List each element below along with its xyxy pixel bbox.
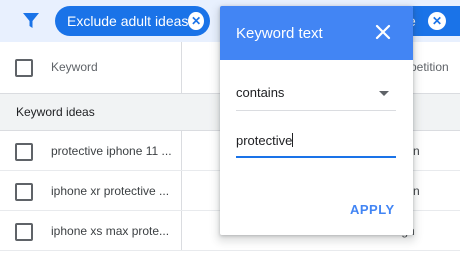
operator-value: contains [236, 85, 285, 100]
text-cursor [292, 133, 294, 147]
apply-button[interactable]: APPLY [350, 202, 395, 217]
operator-select[interactable]: contains [236, 82, 396, 111]
filter-chip-exclude-adult[interactable]: Exclude adult ideas ✕ [55, 6, 210, 36]
competition-cell: n [413, 144, 420, 158]
column-divider [181, 131, 182, 170]
keyword-text-input[interactable]: protective [236, 130, 396, 158]
popup-header: Keyword text [220, 6, 413, 60]
keyword-text-value: protective [236, 133, 294, 148]
competition-cell: n [413, 184, 420, 198]
select-all-checkbox[interactable] [15, 59, 33, 77]
keyword-cell: iphone xr protective ... [51, 184, 170, 198]
column-divider [181, 171, 182, 210]
keyword-cell: iphone xs max prote... [51, 224, 170, 238]
close-icon[interactable] [375, 24, 391, 40]
dropdown-arrow-icon [379, 91, 389, 96]
keyword-text-filter-popup: Keyword text contains protective APPLY [220, 6, 413, 235]
row-checkbox[interactable] [15, 183, 33, 201]
column-header-keyword[interactable]: Keyword [51, 60, 98, 74]
row-checkbox[interactable] [15, 143, 33, 161]
chip-remove-icon[interactable]: ✕ [188, 12, 204, 30]
chip-label: Exclude adult ideas [67, 13, 189, 29]
row-checkbox[interactable] [15, 223, 33, 241]
column-header-competition[interactable]: petition [410, 60, 449, 74]
popup-title: Keyword text [236, 25, 323, 42]
keyword-cell: protective iphone 11 ... [51, 144, 172, 158]
group-label: Keyword ideas [16, 105, 95, 119]
column-divider [181, 211, 182, 250]
filter-icon[interactable] [22, 12, 40, 30]
column-divider [181, 42, 182, 93]
chip-remove-icon[interactable]: ✕ [428, 12, 446, 30]
